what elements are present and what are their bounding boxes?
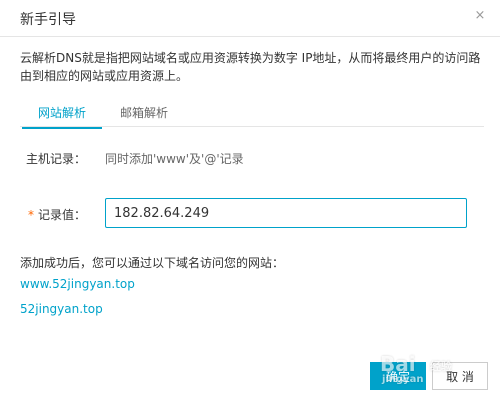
- cancel-button[interactable]: 取 消: [432, 362, 488, 390]
- confirm-button[interactable]: 确定: [370, 362, 426, 390]
- close-icon[interactable]: ×: [472, 8, 488, 24]
- record-value-input[interactable]: [105, 198, 467, 228]
- success-message: 添加成功后，您可以通过以下域名访问您的网站：: [20, 256, 285, 270]
- record-value-label-group: * 记录值：: [28, 206, 86, 223]
- dialog-header: 新手引导 ×: [0, 0, 500, 37]
- tab-website-resolution[interactable]: 网站解析: [21, 104, 103, 129]
- intro-text: 云解析DNS就是指把网站域名或应用资源转换为数字 IP地址，从而将最终用户的访问…: [20, 51, 481, 83]
- domain-link-root[interactable]: 52jingyan.top: [20, 302, 103, 316]
- host-record-value: 同时添加'www'及'@'记录: [105, 152, 244, 166]
- record-value-label: 记录值：: [38, 208, 87, 222]
- tab-mail-resolution[interactable]: 邮箱解析: [120, 104, 168, 121]
- host-record-label: 主机记录：: [26, 152, 87, 166]
- required-marker: *: [28, 208, 34, 222]
- tab-bar: 网站解析 邮箱解析: [20, 100, 484, 129]
- guide-dialog: 新手引导 × 云解析DNS就是指把网站域名或应用资源转换为数字 IP地址，从而将…: [0, 0, 500, 399]
- domain-link-www[interactable]: www.52jingyan.top: [20, 277, 135, 291]
- dialog-title: 新手引导: [20, 12, 76, 28]
